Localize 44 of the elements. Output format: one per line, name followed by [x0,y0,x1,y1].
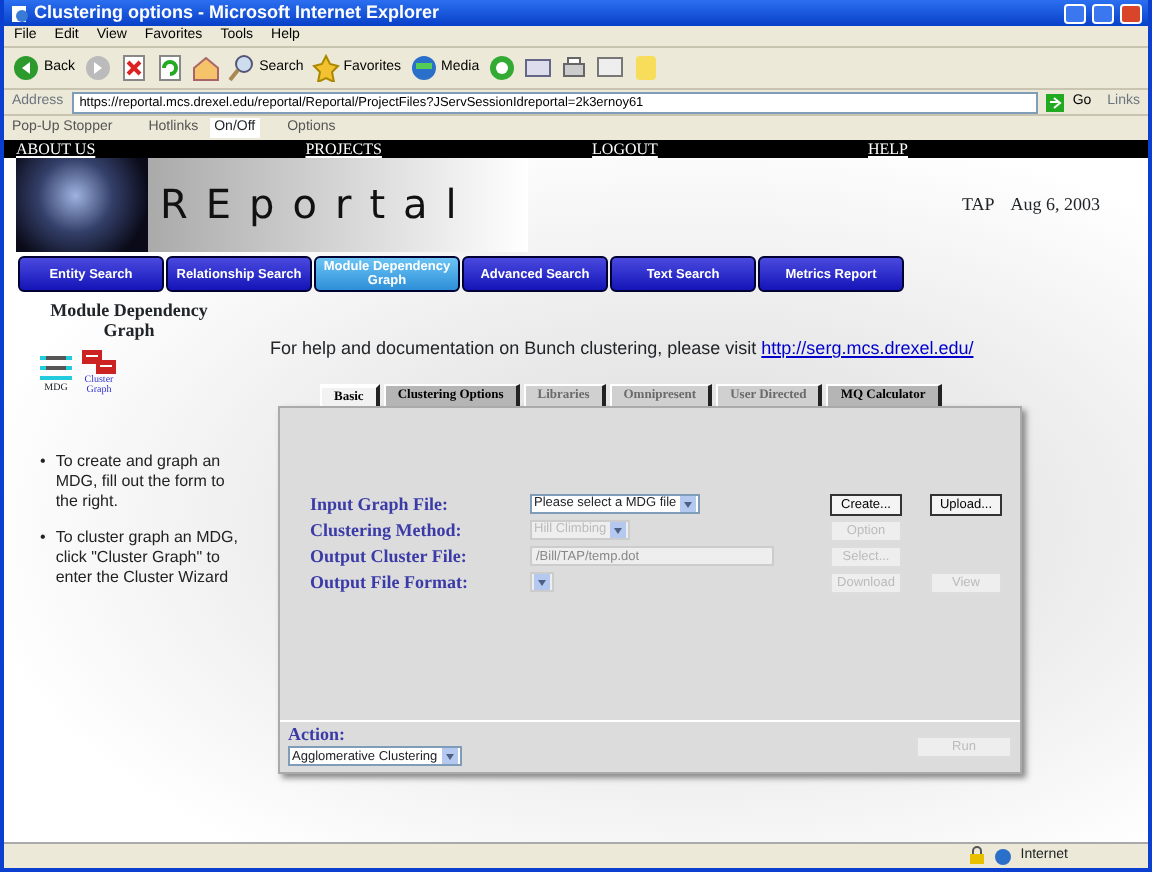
top-nav-link[interactable]: LOGOUT [592,140,658,158]
date-text: Aug 6, 2003 [1010,191,1100,218]
sidebar-title: Module Dependency Graph [48,300,210,340]
instruction-text: To cluster graph an MDG, click "Cluster Graph" to enter the Cluster Wizard [55,528,240,588]
stop-icon[interactable] [119,54,148,82]
action-label: Action: [288,725,347,743]
caret-icon [680,496,697,513]
globe-icon [994,847,1013,865]
close-button[interactable] [1120,3,1142,23]
bullet-mark: • [40,452,46,474]
top-nav-link[interactable]: PROJECTS [305,140,382,158]
go-arrow-icon[interactable] [1046,93,1065,111]
bullet-mark: • [40,528,46,550]
globe-icon [409,54,438,82]
caret-icon [441,748,458,765]
field-label: Input Graph File: [310,491,451,518]
search-icon [227,54,256,82]
instruction-text: To create and graph an MDG, fill out the form to the right. [55,452,227,512]
caret-icon [534,574,550,591]
caret-icon [610,522,627,539]
user-name: TAP [961,191,995,218]
history-icon[interactable] [487,54,516,82]
field-label: Output Cluster File: [310,543,469,570]
help-text: For help and documentation on Bunch clustering, please visit [270,338,757,358]
printer-icon[interactable] [559,54,588,82]
documentation-link[interactable]: http://serg.mcs.drexel.edu/ [761,338,974,358]
page-icon [10,3,28,23]
logo-text: REportal [148,158,528,252]
refresh-icon[interactable] [155,54,184,82]
home-icon[interactable] [191,54,220,82]
cluster-graph-icon [80,348,118,376]
graph-icon [36,353,76,381]
minimize-button[interactable] [1064,3,1086,23]
top-nav-link[interactable]: ABOUT US [16,140,96,158]
envelope-icon[interactable] [523,54,552,82]
lock-icon [968,846,987,866]
field-label: Clustering Method: [310,517,464,544]
window-title: Clustering options - Microsoft Internet Explorer [34,0,442,26]
maximize-button[interactable] [1092,3,1114,23]
field-label: Output File Format: [310,569,470,596]
star-icon [311,54,340,82]
top-nav-link[interactable]: HELP [868,140,908,158]
logo-picture [16,158,148,252]
page-icon[interactable] [595,54,624,82]
